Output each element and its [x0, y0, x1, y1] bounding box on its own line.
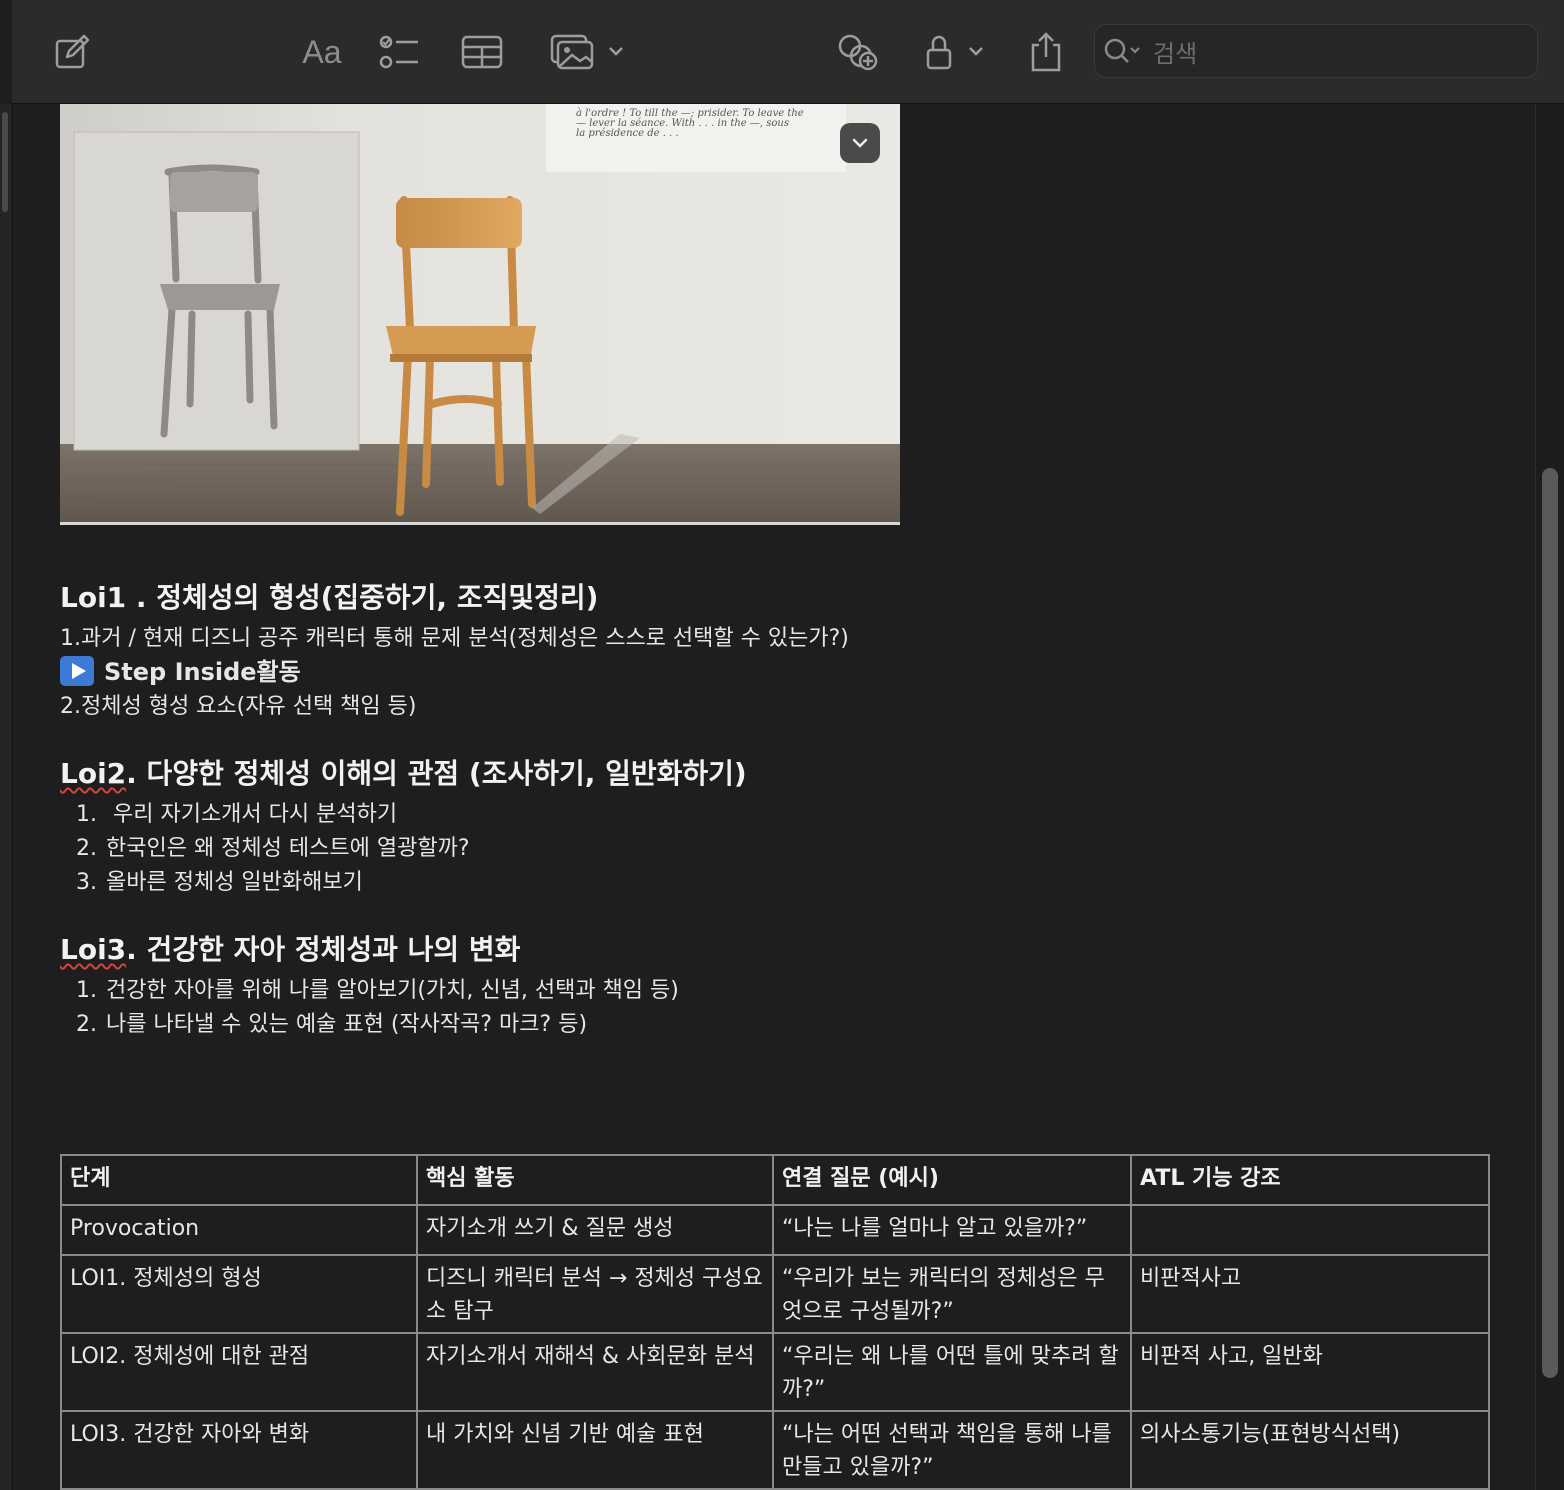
image-options-chevron-down-icon[interactable] [840, 123, 880, 163]
left-scroll-thumb[interactable] [2, 112, 8, 212]
table-cell[interactable]: 자기소개서 재해석 & 사회문화 분석 [416, 1332, 774, 1412]
table-header-cell[interactable]: 단계 [60, 1154, 418, 1206]
format-text-button[interactable]: Aa [290, 28, 354, 76]
unit-plan-table[interactable]: 단계 핵심 활동 연결 질문 (예시) ATL 기능 강조 Provocatio… [60, 1154, 1490, 1490]
table-row: Provocation 자기소개 쓰기 & 질문 생성 “나는 나를 얼마나 알… [60, 1204, 1490, 1256]
search-icon [1104, 38, 1140, 63]
toolbar: Aa 검색 [12, 0, 1564, 104]
table-cell[interactable]: “우리가 보는 캐릭터의 정체성은 무엇으로 구성될까?” [772, 1254, 1132, 1334]
table-cell[interactable]: LOI3. 건강한 자아와 변화 [60, 1410, 418, 1490]
table-icon[interactable] [460, 28, 504, 76]
play-button-icon [60, 656, 94, 686]
table-row: LOI2. 정체성에 대한 관점 자기소개서 재해석 & 사회문화 분석 “우리… [60, 1332, 1490, 1412]
checklist-icon[interactable] [376, 28, 422, 76]
table-row: LOI1. 정체성의 형성 디즈니 캐릭터 분석 → 정체성 구성요소 탐구 “… [60, 1254, 1490, 1334]
loi1-step-label: Step Inside활동 [104, 658, 301, 686]
table-cell[interactable]: 디즈니 캐릭터 분석 → 정체성 구성요소 탐구 [416, 1254, 774, 1334]
loi3-heading-rest: . 건강한 자아 정체성과 나의 변화 [126, 933, 521, 966]
list-item: 2. 나를 나타낼 수 있는 예술 표현 (작사작곡? 마크? 등) [76, 1012, 588, 1037]
table-header-cell[interactable]: 핵심 활동 [416, 1154, 774, 1206]
table-cell[interactable]: LOI1. 정체성의 형성 [60, 1254, 418, 1334]
media-button[interactable] [550, 28, 632, 76]
table-cell[interactable] [1130, 1204, 1490, 1256]
search-field[interactable]: 검색 [1094, 24, 1538, 78]
compose-icon[interactable] [50, 28, 94, 76]
table-row: LOI3. 건강한 자아와 변화 내 가치와 신념 기반 예술 표현 “나는 어… [60, 1410, 1490, 1490]
scrollbar-thumb[interactable] [1542, 468, 1558, 1378]
list-item: 1. 우리 자기소개서 다시 분석하기 [76, 802, 398, 827]
notes-window: Aa 검색 à l'ordre ! To till the —; priside… [0, 0, 1564, 1490]
loi3-heading-prefix: Loi3 [60, 933, 127, 966]
table-header-cell[interactable]: 연결 질문 (예시) [772, 1154, 1132, 1206]
table-cell[interactable]: 내 가치와 신념 기반 예술 표현 [416, 1410, 774, 1490]
table-cell[interactable]: LOI2. 정체성에 대한 관점 [60, 1332, 418, 1412]
table-header-row: 단계 핵심 활동 연결 질문 (예시) ATL 기능 강조 [60, 1154, 1490, 1206]
collaborate-icon[interactable] [836, 28, 880, 76]
loi2-heading-prefix: Loi2 [60, 757, 127, 790]
table-cell[interactable]: “나는 나를 얼마나 알고 있을까?” [772, 1204, 1132, 1256]
list-item: 1. 건강한 자아를 위해 나를 알아보기(가치, 신념, 선택과 책임 등) [76, 978, 679, 1003]
format-text-label: Aa [302, 33, 342, 70]
loi1-heading: Loi1 . 정체성의 형성(집중하기, 조직및정리) [60, 581, 599, 614]
loi1-line2: 2.정체성 형성 요소(자유 선택 책임 등) [60, 694, 417, 719]
table-cell[interactable]: 비판적 사고, 일반화 [1130, 1332, 1490, 1412]
table-cell[interactable]: 자기소개 쓰기 & 질문 생성 [416, 1204, 774, 1256]
loi2-heading-rest: . 다양한 정체성 이해의 관점 (조사하기, 일반화하기) [126, 757, 747, 790]
table-header-cell[interactable]: ATL 기능 강조 [1130, 1154, 1490, 1206]
lock-button[interactable] [924, 28, 990, 76]
loi1-step-inside: Step Inside활동 [60, 652, 301, 687]
table-cell[interactable]: “나는 어떤 선택과 책임을 통해 나를 만들고 있을까?” [772, 1410, 1132, 1490]
search-placeholder: 검색 [1153, 39, 1198, 68]
share-icon[interactable] [1026, 28, 1066, 76]
embedded-image-chairs[interactable]: à l'ordre ! To till the —; prisider. To … [60, 104, 900, 525]
loi1-line1: 1.과거 / 현재 디즈니 공주 캐릭터 통해 문제 분석(정체성은 스스로 선… [60, 626, 849, 651]
table-cell[interactable]: Provocation [60, 1204, 418, 1256]
table-cell[interactable]: “우리는 왜 나를 어떤 틀에 맞추려 할까?” [772, 1332, 1132, 1412]
table-cell[interactable]: 의사소통기능(표현방식선택) [1130, 1410, 1490, 1490]
table-cell[interactable]: 비판적사고 [1130, 1254, 1490, 1334]
loi2-heading: Loi2. 다양한 정체성 이해의 관점 (조사하기, 일반화하기) [60, 752, 747, 792]
left-scroll-edge [0, 104, 13, 1490]
loi3-heading: Loi3. 건강한 자아 정체성과 나의 변화 [60, 928, 520, 968]
photo-caption-line-3: la présidence de . . . [576, 128, 679, 139]
list-item: 2. 한국인은 왜 정체성 테스트에 열광할까? [76, 836, 470, 861]
list-item: 3. 올바른 정체성 일반화해보기 [76, 870, 363, 895]
